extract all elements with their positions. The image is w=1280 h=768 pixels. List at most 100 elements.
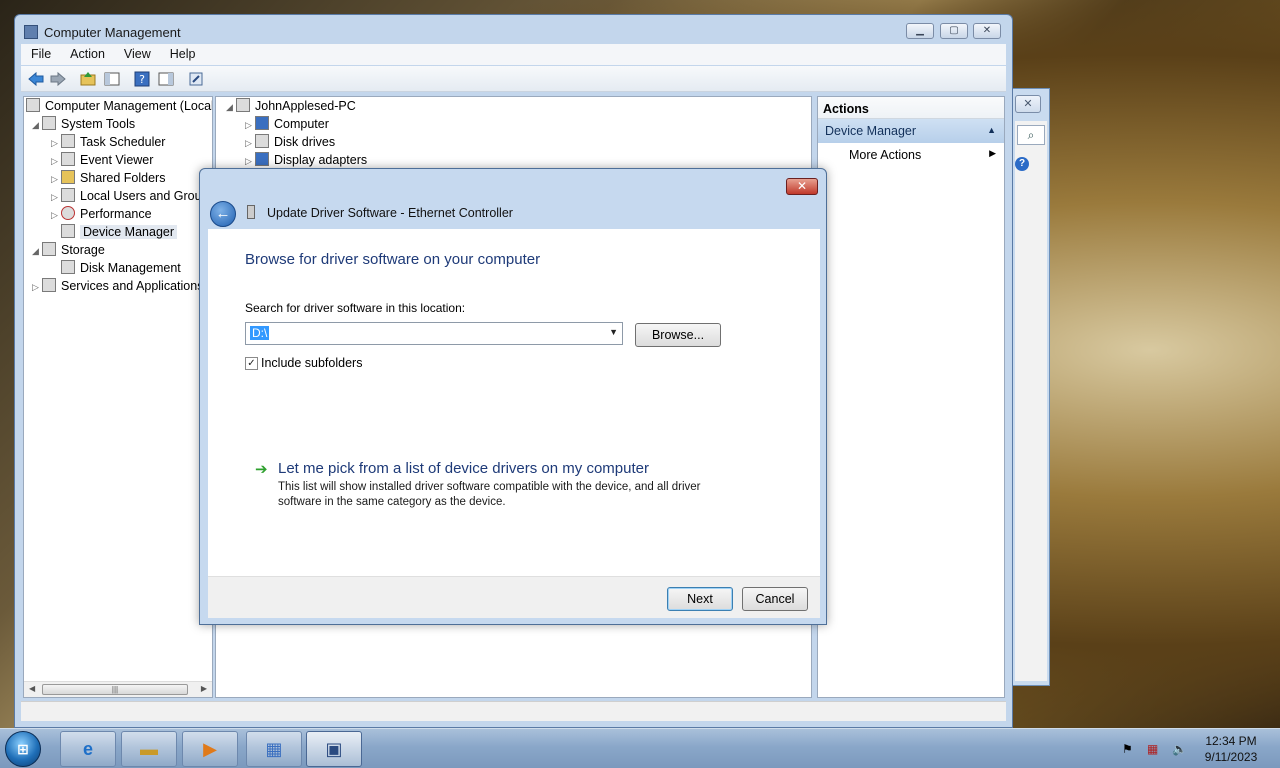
- performance-icon: [61, 206, 75, 220]
- show-hide-tree-icon[interactable]: [103, 70, 121, 88]
- console-tree: Computer Management (Local ◢ System Tools…: [23, 96, 213, 698]
- actions-pane: Actions Device Manager ▲ More Actions ▶: [817, 96, 1005, 698]
- dialog-header: ← Update Driver Software - Ethernet Cont…: [208, 199, 820, 229]
- menu-action[interactable]: Action: [60, 44, 114, 61]
- include-subfolders-label[interactable]: Include subfolders: [261, 356, 362, 370]
- media-player-icon: ▶: [203, 739, 217, 759]
- internet-explorer-icon: e: [82, 739, 93, 759]
- start-button[interactable]: ⊞: [5, 731, 41, 767]
- clock-date: 9/11/2023: [1204, 750, 1258, 764]
- more-actions-item[interactable]: More Actions ▶: [818, 143, 1004, 165]
- collapse-arrow-icon[interactable]: ◢: [226, 102, 236, 113]
- monitor-icon: [255, 116, 269, 130]
- help-icon[interactable]: ?: [133, 70, 151, 88]
- tree-item-task-scheduler[interactable]: ▷ Task Scheduler: [51, 134, 165, 152]
- pick-from-list-description: This list will show installed driver sof…: [278, 481, 701, 508]
- disk-drive-icon: [255, 134, 269, 148]
- expand-arrow-icon[interactable]: ▷: [245, 156, 255, 167]
- event-viewer-icon: [61, 152, 75, 166]
- minimize-button[interactable]: ▁: [906, 23, 934, 39]
- expand-arrow-icon[interactable]: ▷: [51, 138, 61, 149]
- collapse-icon[interactable]: ▲: [987, 125, 996, 135]
- scroll-left-icon[interactable]: ◀: [29, 684, 35, 693]
- window-title: Computer Management: [44, 25, 181, 40]
- dialog-title: Update Driver Software - Ethernet Contro…: [267, 206, 513, 220]
- tree-item-local-users[interactable]: ▷ Local Users and Group: [51, 188, 209, 206]
- svg-text:?: ?: [139, 73, 145, 86]
- device-root[interactable]: ◢ JohnApplesed-PC: [226, 98, 356, 116]
- dialog-body: Browse for driver software on your compu…: [208, 229, 820, 576]
- update-driver-dialog: ✕ ← Update Driver Software - Ethernet Co…: [199, 168, 827, 625]
- disk-icon: [61, 260, 75, 274]
- properties-icon[interactable]: [187, 70, 205, 88]
- next-button[interactable]: Next: [667, 587, 733, 611]
- system-clock[interactable]: 12:34 PM 9/11/2023: [1196, 733, 1266, 765]
- back-icon[interactable]: [27, 70, 45, 88]
- expand-arrow-icon[interactable]: ▷: [245, 138, 255, 149]
- clock-icon: [61, 134, 75, 148]
- actions-header: Actions: [818, 97, 1004, 119]
- title-bar: Computer Management ▁ ▢ ✕: [15, 15, 1012, 47]
- tree-item-system-tools[interactable]: ◢ System Tools: [32, 116, 135, 134]
- dialog-close-button[interactable]: ✕: [786, 178, 818, 195]
- menu-file[interactable]: File: [21, 44, 60, 61]
- maximize-button[interactable]: ▢: [940, 23, 968, 39]
- scrollbar-thumb[interactable]: |||: [42, 684, 188, 695]
- back-arrow-icon[interactable]: ←: [210, 201, 236, 227]
- action-center-flag-icon[interactable]: ⚑: [1122, 742, 1133, 756]
- tree-item-computer-management[interactable]: Computer Management (Local: [26, 98, 212, 116]
- dropdown-arrow-icon[interactable]: ▼: [609, 327, 618, 337]
- control-panel-icon: ▦: [265, 739, 283, 759]
- close-button[interactable]: ✕: [973, 23, 1001, 39]
- expand-arrow-icon[interactable]: ◢: [32, 120, 42, 131]
- expand-arrow-icon[interactable]: ▷: [51, 192, 61, 203]
- expand-arrow-icon[interactable]: ▷: [245, 120, 255, 131]
- network-icon[interactable]: ▦: [1147, 742, 1158, 756]
- horizontal-scrollbar[interactable]: ◀ ||| ▶: [24, 681, 212, 697]
- driver-path-combobox[interactable]: D:\ ▼: [245, 322, 623, 345]
- include-subfolders-checkbox[interactable]: ✓: [245, 357, 258, 370]
- expand-arrow-icon[interactable]: ▷: [51, 174, 61, 185]
- expand-arrow-icon[interactable]: ▷: [51, 156, 61, 167]
- media-player-taskbar-button[interactable]: ▶: [182, 731, 238, 767]
- dialog-heading: Browse for driver software on your compu…: [245, 251, 541, 268]
- pick-from-list-link[interactable]: Let me pick from a list of device driver…: [278, 460, 649, 477]
- computer-management-taskbar-button[interactable]: ▣: [306, 731, 362, 767]
- control-panel-taskbar-button[interactable]: ▦: [246, 731, 302, 767]
- menu-bar: File Action View Help: [21, 44, 1006, 65]
- file-explorer-taskbar-button[interactable]: ▬: [121, 731, 177, 767]
- tree-item-device-manager[interactable]: Device Manager: [51, 224, 178, 242]
- cancel-button[interactable]: Cancel: [742, 587, 808, 611]
- device-category-disk-drives[interactable]: ▷ Disk drives: [245, 134, 335, 152]
- tree-item-storage[interactable]: ◢ Storage: [32, 242, 105, 260]
- users-icon: [61, 188, 75, 202]
- close-icon[interactable]: ✕: [1015, 95, 1041, 113]
- expand-arrow-icon[interactable]: ◢: [32, 246, 42, 257]
- search-icon[interactable]: ⌕: [1017, 125, 1045, 145]
- device-category-computer[interactable]: ▷ Computer: [245, 116, 329, 134]
- expand-arrow-icon[interactable]: ▷: [51, 210, 61, 221]
- tree-item-shared-folders[interactable]: ▷ Shared Folders: [51, 170, 165, 188]
- show-hide-action-pane-icon[interactable]: [157, 70, 175, 88]
- forward-icon[interactable]: [49, 70, 67, 88]
- menu-view[interactable]: View: [114, 44, 160, 61]
- browse-button[interactable]: Browse...: [635, 323, 721, 347]
- background-window-body: [1015, 121, 1047, 681]
- tools-icon: [42, 116, 56, 130]
- taskbar: ⊞ e ▬ ▶ ▦ ▣ ⚑ ▦ 🔈 12:34 PM 9/11/2023: [0, 728, 1280, 768]
- tree-item-event-viewer[interactable]: ▷ Event Viewer: [51, 152, 153, 170]
- menu-help[interactable]: Help: [160, 44, 205, 61]
- tree-item-disk-management[interactable]: Disk Management: [51, 260, 181, 278]
- tree-item-performance[interactable]: ▷ Performance: [51, 206, 152, 224]
- driver-path-value[interactable]: D:\: [250, 326, 270, 340]
- tree-item-services-applications[interactable]: ▷ Services and Applications: [32, 278, 203, 296]
- volume-muted-icon[interactable]: 🔈: [1172, 742, 1187, 756]
- search-location-label: Search for driver software in this locat…: [245, 301, 466, 315]
- expand-arrow-icon[interactable]: ▷: [32, 282, 42, 293]
- help-icon[interactable]: ?: [1015, 157, 1029, 171]
- scroll-right-icon[interactable]: ▶: [201, 684, 207, 693]
- computer-icon: [236, 98, 250, 112]
- up-folder-icon[interactable]: [79, 70, 97, 88]
- internet-explorer-taskbar-button[interactable]: e: [60, 731, 116, 767]
- actions-section-device-manager[interactable]: Device Manager ▲: [818, 119, 1004, 143]
